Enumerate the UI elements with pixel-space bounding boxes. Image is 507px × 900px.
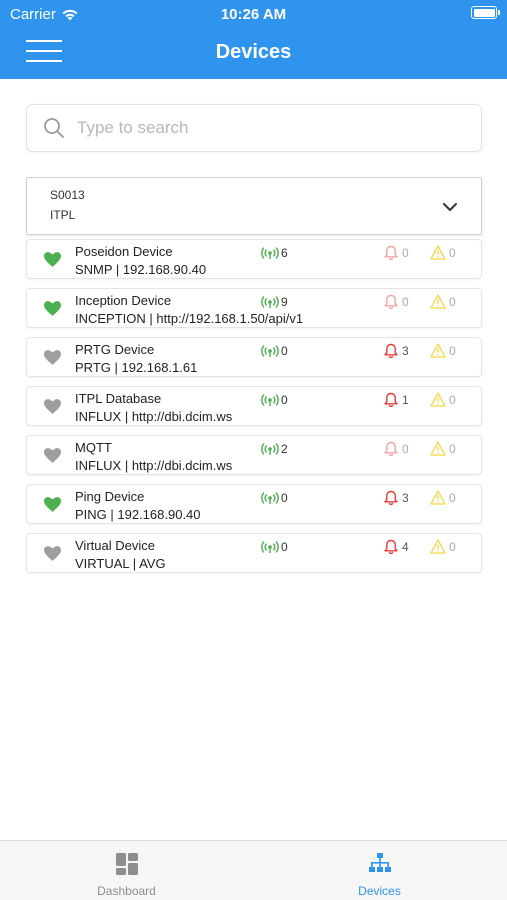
signal-count: 9 (281, 295, 288, 309)
bell-icon (384, 392, 398, 408)
device-detail: PING | 192.168.90.40 (75, 507, 201, 522)
alarm-count: 1 (402, 393, 409, 407)
bell-icon (384, 490, 398, 506)
heart-icon (44, 301, 61, 316)
device-detail: INFLUX | http://dbi.dcim.ws (75, 458, 233, 473)
search-box[interactable] (26, 104, 482, 152)
heart-icon (44, 399, 61, 414)
alarm-count: 0 (402, 295, 409, 309)
device-name: Poseidon Device (75, 244, 173, 259)
device-row[interactable]: Ping Device PING | 192.168.90.40 0 3 0 (26, 484, 482, 524)
heart-icon (44, 448, 61, 463)
device-row[interactable]: MQTT INFLUX | http://dbi.dcim.ws 2 0 0 (26, 435, 482, 475)
warning-icon (430, 343, 446, 358)
device-detail: PRTG | 192.168.1.61 (75, 360, 198, 375)
tab-devices[interactable]: Devices (253, 841, 506, 900)
alarm-count: 3 (402, 491, 409, 505)
device-name: MQTT (75, 440, 112, 455)
device-name: Inception Device (75, 293, 172, 308)
warning-icon (430, 539, 446, 554)
device-row[interactable]: PRTG Device PRTG | 192.168.1.61 0 3 0 (26, 337, 482, 377)
battery-icon (471, 6, 500, 19)
bell-icon (384, 539, 398, 555)
search-input[interactable] (77, 118, 457, 138)
device-detail: INFLUX | http://dbi.dcim.ws (75, 409, 233, 424)
alarm-count: 3 (402, 344, 409, 358)
chevron-down-icon[interactable] (441, 198, 459, 216)
signal-count: 2 (281, 442, 288, 456)
alarm-count: 0 (402, 246, 409, 260)
tab-dashboard-label: Dashboard (97, 884, 156, 898)
bell-icon (384, 245, 398, 261)
site-selector[interactable]: S0013 ITPL (26, 177, 482, 235)
alarm-count: 0 (402, 442, 409, 456)
warning-count: 0 (449, 540, 456, 554)
tab-devices-label: Devices (358, 884, 401, 898)
status-time: 10:26 AM (220, 6, 287, 23)
signal-count: 0 (281, 491, 288, 505)
warning-count: 0 (449, 491, 456, 505)
warning-count: 0 (449, 344, 456, 358)
heart-icon (44, 546, 61, 561)
device-row[interactable]: Virtual Device VIRTUAL | AVG 0 4 0 (26, 533, 482, 573)
device-detail: INCEPTION | http://192.168.1.50/api/v1 (75, 311, 304, 326)
dashboard-grid-icon (116, 853, 138, 875)
site-name: ITPL (50, 208, 76, 222)
bell-icon (384, 343, 398, 359)
signal-count: 0 (281, 540, 288, 554)
heart-icon (44, 497, 61, 512)
device-row[interactable]: ITPL Database INFLUX | http://dbi.dcim.w… (26, 386, 482, 426)
bell-icon (384, 441, 398, 457)
signal-icon (261, 443, 279, 455)
signal-icon (261, 541, 279, 553)
device-name: Ping Device (75, 489, 145, 504)
tab-dashboard[interactable]: Dashboard (0, 841, 253, 900)
alarm-count: 4 (402, 540, 409, 554)
warning-count: 0 (449, 442, 456, 456)
signal-icon (261, 345, 279, 357)
app-header: Carrier 10:26 AM Devices (0, 0, 507, 79)
warning-count: 0 (449, 295, 456, 309)
signal-icon (261, 492, 279, 504)
warning-count: 0 (449, 393, 456, 407)
device-name: ITPL Database (75, 391, 162, 406)
signal-icon (261, 247, 279, 259)
tab-bar: Dashboard Devices (0, 840, 507, 900)
heart-icon (44, 350, 61, 365)
warning-icon (430, 441, 446, 456)
heart-icon (44, 252, 61, 267)
warning-icon (430, 294, 446, 309)
signal-icon (261, 296, 279, 308)
device-detail: VIRTUAL | AVG (75, 556, 166, 571)
device-name: Virtual Device (75, 538, 155, 553)
signal-icon (261, 394, 279, 406)
site-code: S0013 (50, 188, 85, 202)
warning-count: 0 (449, 246, 456, 260)
warning-icon (430, 490, 446, 505)
signal-count: 6 (281, 246, 288, 260)
network-tree-icon (369, 853, 391, 872)
page-title: Devices (215, 41, 292, 63)
device-row[interactable]: Inception Device INCEPTION | http://192.… (26, 288, 482, 328)
warning-icon (430, 392, 446, 407)
device-list: Poseidon Device SNMP | 192.168.90.40 6 0… (26, 239, 482, 582)
warning-icon (430, 245, 446, 260)
device-detail: SNMP | 192.168.90.40 (75, 262, 207, 277)
search-icon (44, 118, 64, 138)
signal-count: 0 (281, 344, 288, 358)
bell-icon (384, 294, 398, 310)
signal-count: 0 (281, 393, 288, 407)
device-row[interactable]: Poseidon Device SNMP | 192.168.90.40 6 0… (26, 239, 482, 279)
device-name: PRTG Device (75, 342, 155, 357)
status-bar: Carrier 10:26 AM (0, 0, 507, 28)
